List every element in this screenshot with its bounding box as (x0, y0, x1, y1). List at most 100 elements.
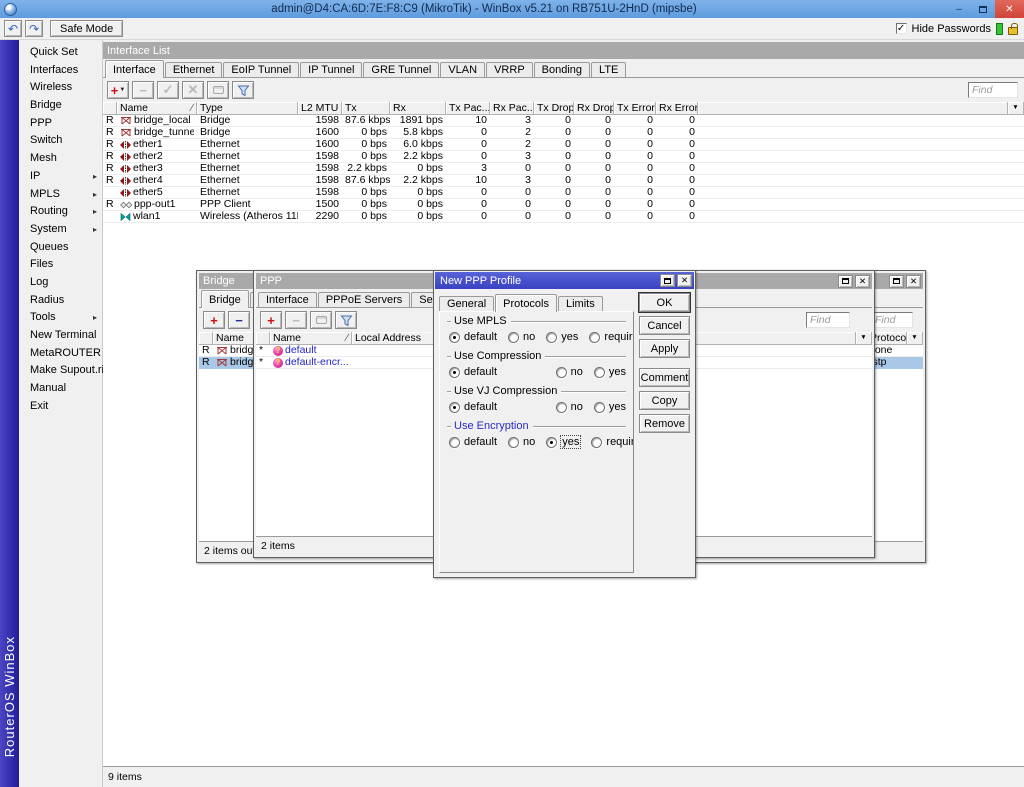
interface-list-tab-gre-tunnel[interactable]: GRE Tunnel (363, 62, 439, 77)
bridge-remove-button[interactable]: − (228, 311, 250, 329)
add-button[interactable]: +▼ (107, 81, 129, 99)
sidebar-item-wireless[interactable]: Wireless (19, 79, 102, 97)
column-header-Rx Errors[interactable]: Rx Errors (656, 102, 698, 115)
interface-row-ether3[interactable]: Rether3Ethernet15982.2 kbps0 bps300000 (103, 163, 1024, 175)
sidebar-item-quick-set[interactable]: Quick Set (19, 44, 102, 62)
sidebar-item-switch[interactable]: Switch (19, 132, 102, 150)
column-header-flags[interactable] (103, 102, 117, 115)
interface-list-tab-vlan[interactable]: VLAN (440, 62, 485, 77)
redo-button[interactable]: ↷ (25, 20, 43, 37)
interface-row-ether5[interactable]: ether5Ethernet15980 bps0 bps000000 (103, 187, 1024, 199)
radio-option-default[interactable]: default (449, 401, 497, 413)
radio-option-required[interactable]: required (589, 331, 634, 343)
ppp-maximize-button[interactable] (838, 275, 853, 288)
column-header-Local Address[interactable]: Local Address (352, 332, 435, 345)
ppp-filter-button[interactable] (335, 311, 357, 329)
column-select-dropdown[interactable]: ▼ (1008, 102, 1024, 115)
sidebar-item-mesh[interactable]: Mesh (19, 150, 102, 168)
column-header-L2 MTU[interactable]: L2 MTU (298, 102, 342, 115)
column-header-flags[interactable] (199, 332, 213, 345)
dialog-tab-general[interactable]: General (439, 296, 494, 311)
dialog-titlebar[interactable]: New PPP Profile ✕ (435, 272, 694, 289)
sidebar-item-metarouter[interactable]: MetaROUTER (19, 345, 102, 363)
ppp-find-input[interactable] (806, 312, 850, 328)
sidebar-item-radius[interactable]: Radius (19, 292, 102, 310)
dialog-tab-limits[interactable]: Limits (558, 296, 603, 311)
dialog-close-button[interactable]: ✕ (677, 274, 692, 287)
radio-option-default[interactable]: default (449, 436, 497, 448)
safe-mode-button[interactable]: Safe Mode (50, 20, 123, 37)
column-select-dropdown[interactable]: ▼ (856, 332, 872, 345)
radio-option-no[interactable]: no (556, 366, 583, 378)
radio-option-default[interactable]: default (449, 331, 497, 343)
dialog-tab-protocols[interactable]: Protocols (495, 294, 557, 312)
sidebar-item-files[interactable]: Files (19, 256, 102, 274)
column-header-Type[interactable]: Type (197, 102, 298, 115)
sidebar-item-interfaces[interactable]: Interfaces (19, 62, 102, 80)
sidebar-item-routing[interactable]: Routing▸ (19, 203, 102, 221)
ppp-remove-button[interactable]: − (285, 311, 307, 329)
column-header-flags[interactable] (256, 332, 270, 345)
ok-button[interactable]: OK (639, 293, 690, 312)
sidebar-item-log[interactable]: Log (19, 274, 102, 292)
sidebar-item-ip[interactable]: IP▸ (19, 168, 102, 186)
sidebar-item-tools[interactable]: Tools▸ (19, 309, 102, 327)
column-header-Tx Drops[interactable]: Tx Drops (534, 102, 574, 115)
column-header-Rx[interactable]: Rx (390, 102, 446, 115)
ppp-tab-interface[interactable]: Interface (258, 292, 317, 307)
sidebar-item-queues[interactable]: Queues (19, 239, 102, 257)
minimize-button[interactable]: – (947, 0, 971, 18)
column-header-Rx Drops[interactable]: Rx Drops (574, 102, 614, 115)
radio-option-yes[interactable]: yes (546, 331, 578, 343)
dialog-maximize-button[interactable] (660, 274, 675, 287)
bridge-add-button[interactable]: + (203, 311, 225, 329)
interface-list-tab-bonding[interactable]: Bonding (534, 62, 590, 77)
interface-list-tab-lte[interactable]: LTE (591, 62, 626, 77)
bridge-maximize-button[interactable] (889, 275, 904, 288)
ppp-close-button[interactable]: ✕ (855, 275, 870, 288)
radio-option-default[interactable]: default (449, 366, 497, 378)
interface-list-tab-vrrp[interactable]: VRRP (486, 62, 533, 77)
radio-option-no[interactable]: no (508, 331, 535, 343)
interface-row-bridge_tunnel[interactable]: Rbridge_tunnelBridge16000 bps5.8 kbps020… (103, 127, 1024, 139)
sidebar-item-mpls[interactable]: MPLS▸ (19, 186, 102, 204)
interface-list-titlebar[interactable]: Interface List (103, 42, 1024, 59)
undo-button[interactable]: ↶ (4, 20, 22, 37)
bridge-tab-bridge[interactable]: Bridge (201, 290, 249, 308)
comment-button[interactable]: Comment (639, 368, 690, 387)
interface-list-tab-interface[interactable]: Interface (105, 60, 164, 78)
ppp-comment-button[interactable] (310, 311, 332, 329)
column-select-dropdown[interactable]: ▼ (907, 332, 923, 345)
interface-row-ether2[interactable]: Rether2Ethernet15980 bps2.2 kbps030000 (103, 151, 1024, 163)
column-header-Tx Errors[interactable]: Tx Errors (614, 102, 656, 115)
restore-button[interactable] (971, 0, 995, 18)
sidebar-item-ppp[interactable]: PPP (19, 115, 102, 133)
enable-button[interactable]: ✓ (157, 81, 179, 99)
cancel-button[interactable]: Cancel (639, 316, 690, 335)
sidebar-item-exit[interactable]: Exit (19, 398, 102, 416)
close-button[interactable]: ✕ (995, 0, 1024, 18)
column-header-Name[interactable]: Name∕ (270, 332, 352, 345)
radio-option-yes[interactable]: yes (594, 366, 626, 378)
interface-list-tab-ip-tunnel[interactable]: IP Tunnel (300, 62, 362, 77)
interface-list-tab-ethernet[interactable]: Ethernet (165, 62, 223, 77)
sidebar-item-system[interactable]: System▸ (19, 221, 102, 239)
bridge-close-button[interactable]: ✕ (906, 275, 921, 288)
sidebar-item-new-terminal[interactable]: New Terminal (19, 327, 102, 345)
radio-option-no[interactable]: no (508, 436, 535, 448)
comment-button[interactable] (207, 81, 229, 99)
ppp-tab-pppoe-servers[interactable]: PPPoE Servers (318, 292, 410, 307)
column-header-Tx[interactable]: Tx (342, 102, 390, 115)
column-header-Rx Pac...[interactable]: Rx Pac... (490, 102, 534, 115)
interface-row-wlan1[interactable]: wlan1Wireless (Atheros 11N)22900 bps0 bp… (103, 211, 1024, 223)
hide-passwords-checkbox[interactable]: ✓ (896, 23, 907, 34)
column-header-Name[interactable]: Name∕ (117, 102, 197, 115)
interface-list-tab-eoip-tunnel[interactable]: EoIP Tunnel (223, 62, 299, 77)
column-header-Tx Pac...[interactable]: Tx Pac... (446, 102, 490, 115)
remove-button[interactable]: Remove (639, 414, 690, 433)
interface-row-ether1[interactable]: Rether1Ethernet16000 bps6.0 kbps020000 (103, 139, 1024, 151)
remove-button[interactable]: − (132, 81, 154, 99)
find-input[interactable] (968, 82, 1018, 98)
sidebar-item-make-supout-rif[interactable]: Make Supout.rif (19, 362, 102, 380)
radio-option-no[interactable]: no (556, 401, 583, 413)
